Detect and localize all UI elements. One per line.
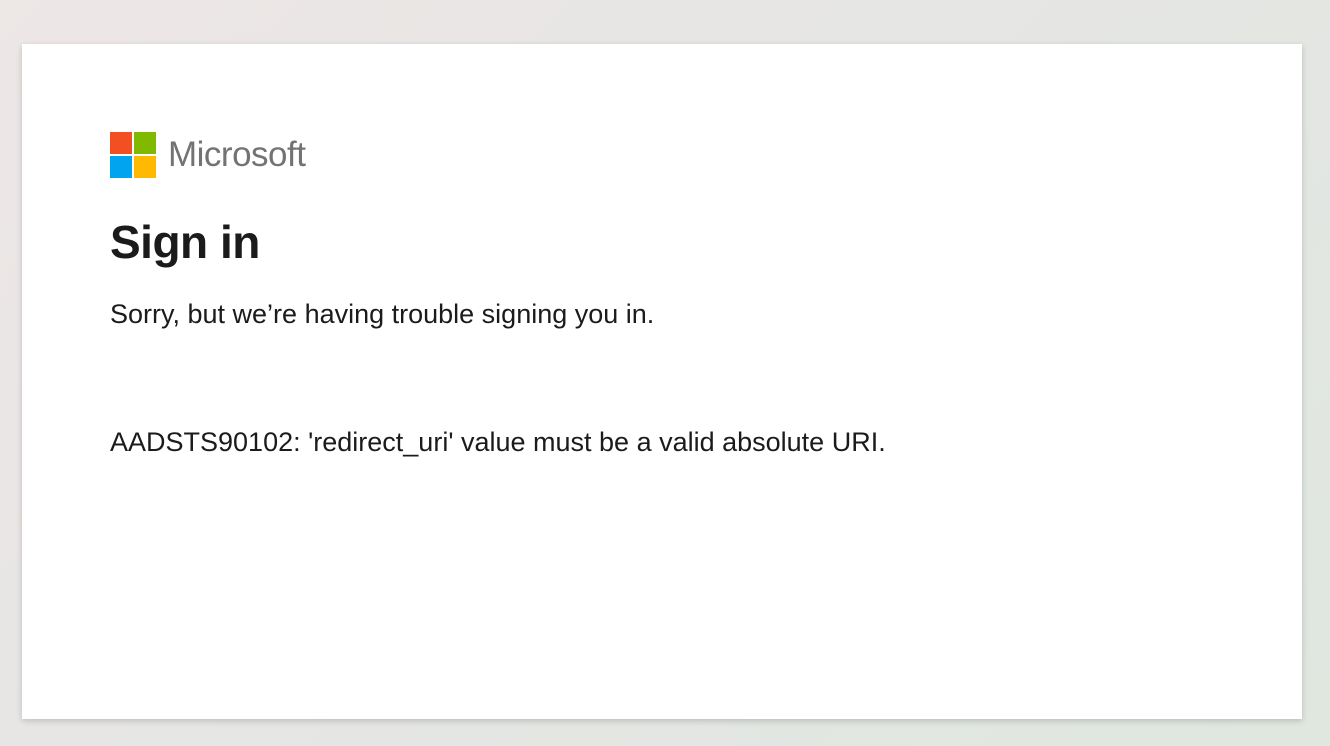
logo-square-blue bbox=[110, 156, 132, 178]
sign-in-card: Microsoft Sign in Sorry, but we’re havin… bbox=[22, 44, 1302, 719]
brand-name: Microsoft bbox=[168, 135, 306, 174]
logo-square-red bbox=[110, 132, 132, 154]
logo-square-green bbox=[134, 132, 156, 154]
page-title: Sign in bbox=[110, 216, 260, 268]
brand-header: Microsoft bbox=[110, 132, 1214, 178]
logo-square-yellow bbox=[134, 156, 156, 178]
error-message: Sorry, but we’re having trouble signing … bbox=[110, 299, 655, 329]
microsoft-logo-icon bbox=[110, 132, 156, 178]
error-code-detail: AADSTS90102: 'redirect_uri' value must b… bbox=[110, 427, 886, 457]
